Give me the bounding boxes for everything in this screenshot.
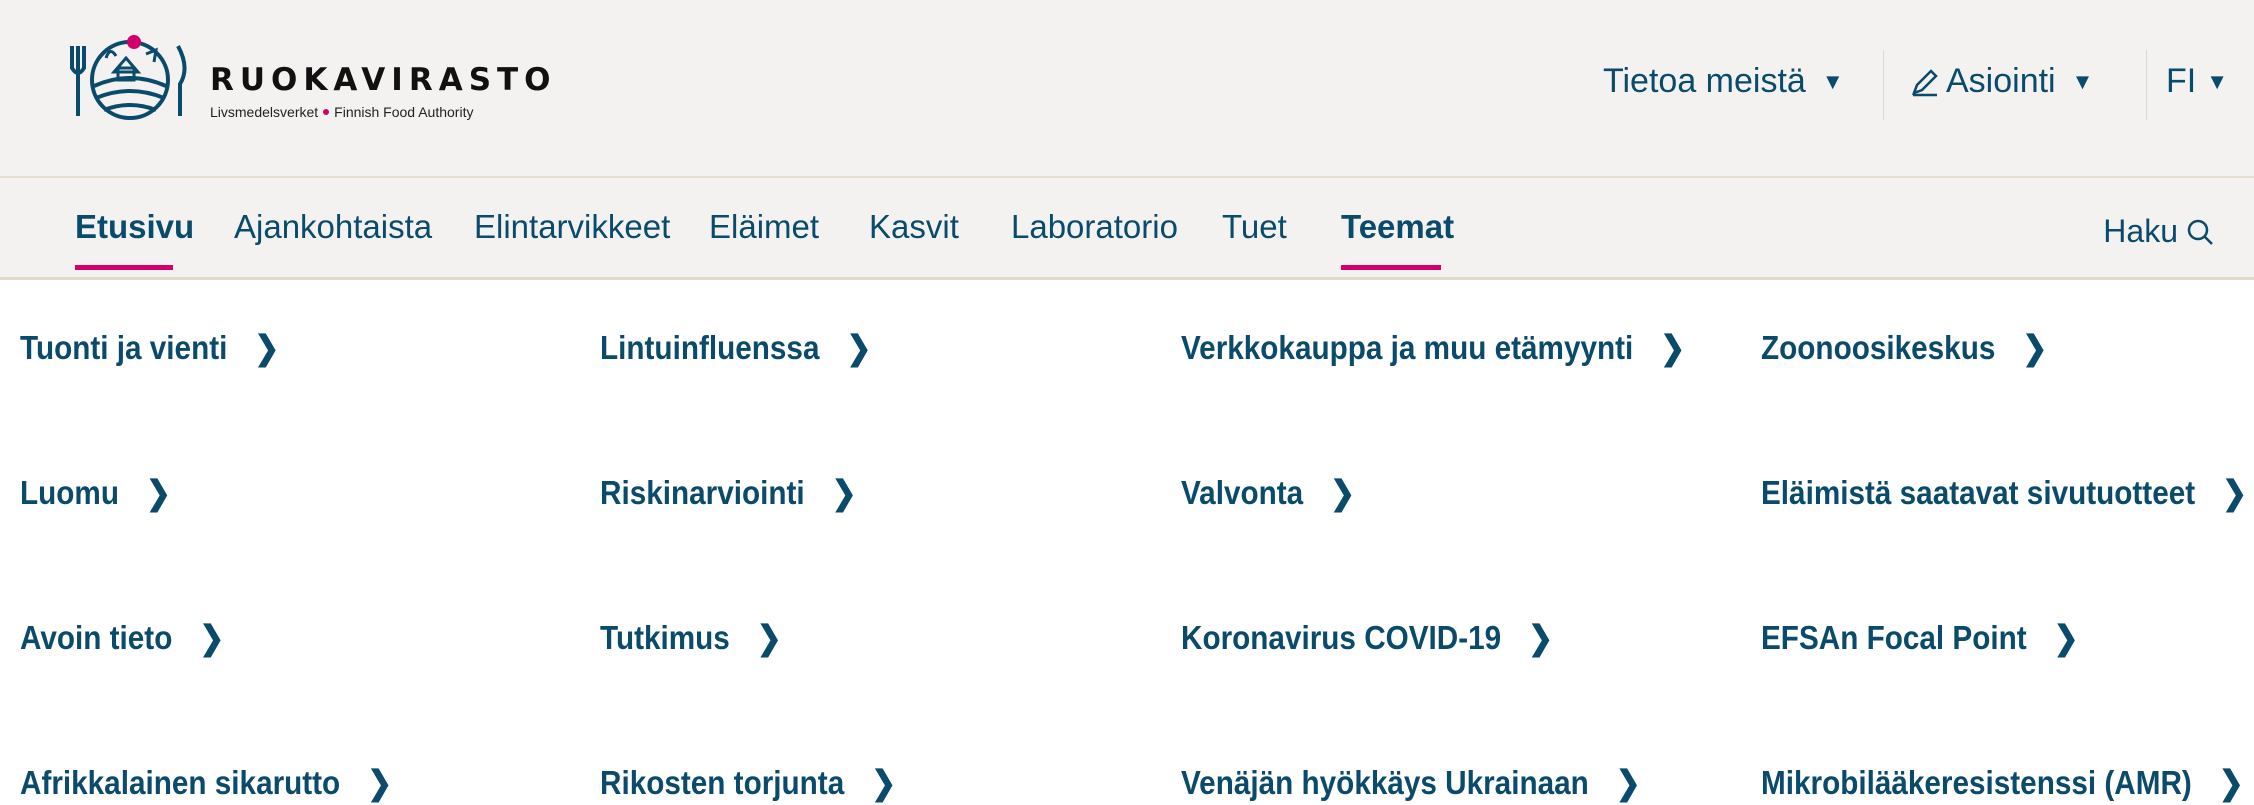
divider xyxy=(2146,50,2147,120)
menu-link-label: Venäjän hyökkäys Ukrainaan xyxy=(1181,764,1589,801)
menu-link-label: Tuonti ja vienti xyxy=(20,329,228,366)
search-button[interactable]: Haku xyxy=(2103,213,2214,250)
active-indicator xyxy=(75,265,173,270)
chevron-right-icon: ❯ xyxy=(846,329,872,366)
about-menu[interactable]: Tietoa meistä ▼ xyxy=(1603,62,1844,101)
chevron-right-icon: ❯ xyxy=(1660,329,1686,366)
nav-item-elaimet[interactable]: Eläimet xyxy=(709,208,819,246)
menu-link[interactable]: Avoin tieto ❯ xyxy=(20,618,224,657)
active-indicator xyxy=(1341,265,1441,270)
caret-down-icon: ▼ xyxy=(1821,68,1844,94)
about-menu-label: Tietoa meistä xyxy=(1603,62,1806,100)
services-menu[interactable]: Asiointi ▼ xyxy=(1910,62,2093,101)
menu-link[interactable]: Zoonoosikeskus ❯ xyxy=(1761,328,2047,367)
menu-link[interactable]: Lintuinfluenssa ❯ xyxy=(600,328,871,367)
nav-item-etusivu[interactable]: Etusivu xyxy=(75,208,194,246)
menu-link-label: Rikosten torjunta xyxy=(600,764,845,801)
top-header: RUOKAVIRASTO Livsmedelsverket Finnish Foo… xyxy=(0,0,2254,178)
chevron-right-icon: ❯ xyxy=(1330,474,1356,511)
caret-down-icon: ▼ xyxy=(2206,68,2228,94)
menu-link[interactable]: Rikosten torjunta ❯ xyxy=(600,763,896,802)
menu-link-label: Afrikkalainen sikarutto xyxy=(20,764,341,801)
chevron-right-icon: ❯ xyxy=(367,764,393,801)
menu-link-label: Koronavirus COVID-19 xyxy=(1181,619,1502,656)
search-label: Haku xyxy=(2103,213,2178,249)
themes-mega-menu: Tuonti ja vienti ❯ Luomu ❯ Avoin tieto ❯ Af… xyxy=(0,282,2254,805)
menu-link-label: Luomu xyxy=(20,474,119,511)
brand-sub-left: Livsmedelsverket xyxy=(210,104,319,120)
language-selector[interactable]: FI ▼ xyxy=(2166,62,2228,101)
chevron-right-icon: ❯ xyxy=(2222,474,2248,511)
brand-name: RUOKAVIRASTO xyxy=(210,62,557,98)
menu-link-label: Lintuinfluenssa xyxy=(600,329,820,366)
chevron-right-icon: ❯ xyxy=(145,474,171,511)
menu-link[interactable]: Koronavirus COVID-19 ❯ xyxy=(1181,618,1553,657)
menu-link-label: Tutkimus xyxy=(600,619,730,656)
chevron-right-icon: ❯ xyxy=(871,764,897,801)
menu-link[interactable]: Venäjän hyökkäys Ukrainaan ❯ xyxy=(1181,763,1641,802)
brand-dot xyxy=(323,109,330,116)
brand-subtitle: Livsmedelsverket Finnish Food Authority xyxy=(210,104,473,120)
nav-item-elintarvikkeet[interactable]: Elintarvikkeet xyxy=(474,208,670,246)
chevron-right-icon: ❯ xyxy=(756,619,782,656)
menu-link[interactable]: Riskinarviointi ❯ xyxy=(600,473,857,512)
menu-link-label: EFSAn Focal Point xyxy=(1761,619,2027,656)
services-menu-label: Asiointi xyxy=(1946,62,2056,100)
chevron-right-icon: ❯ xyxy=(254,329,280,366)
language-label: FI xyxy=(2166,62,2197,100)
chevron-right-icon: ❯ xyxy=(2022,329,2048,366)
caret-down-icon: ▼ xyxy=(2071,68,2094,94)
brand-sub-right: Finnish Food Authority xyxy=(334,104,474,120)
search-icon xyxy=(2187,219,2213,245)
menu-link-label: Verkkokauppa ja muu etämyynti xyxy=(1181,329,1634,366)
pencil-icon xyxy=(1911,68,1938,96)
menu-link-label: Riskinarviointi xyxy=(600,474,805,511)
menu-link-label: Valvonta xyxy=(1181,474,1304,511)
menu-link-label: Avoin tieto xyxy=(20,619,173,656)
menu-link[interactable]: Verkkokauppa ja muu etämyynti ❯ xyxy=(1181,328,1685,367)
menu-link[interactable]: Tuonti ja vienti ❯ xyxy=(20,328,279,367)
menu-link[interactable]: Valvonta ❯ xyxy=(1181,473,1355,512)
menu-link-label: Zoonoosikeskus xyxy=(1761,329,1996,366)
menu-link[interactable]: Afrikkalainen sikarutto ❯ xyxy=(20,763,392,802)
nav-item-teemat[interactable]: Teemat xyxy=(1341,208,1454,246)
nav-item-kasvit[interactable]: Kasvit xyxy=(869,208,959,246)
menu-link-label: Mikrobilääkeresistenssi (AMR) xyxy=(1761,764,2192,801)
chevron-right-icon: ❯ xyxy=(1615,764,1641,801)
main-navigation: Etusivu Ajankohtaista Elintarvikkeet Elä… xyxy=(0,178,2254,280)
chevron-right-icon: ❯ xyxy=(2218,764,2244,801)
chevron-right-icon: ❯ xyxy=(1528,619,1554,656)
menu-link-label: Eläimistä saatavat sivutuotteet xyxy=(1761,474,2196,511)
menu-link[interactable]: Tutkimus ❯ xyxy=(600,618,782,657)
chevron-right-icon: ❯ xyxy=(831,474,857,511)
menu-link[interactable]: EFSAn Focal Point ❯ xyxy=(1761,618,2079,657)
divider xyxy=(1883,50,1884,120)
nav-item-ajankohtaista[interactable]: Ajankohtaista xyxy=(234,208,432,246)
menu-link[interactable]: Luomu ❯ xyxy=(20,473,171,512)
ruokavirasto-logo[interactable]: RUOKAVIRASTO Livsmedelsverket Finnish Foo… xyxy=(70,28,551,128)
chevron-right-icon: ❯ xyxy=(199,619,225,656)
logo-emblem-icon xyxy=(70,35,187,120)
chevron-right-icon: ❯ xyxy=(2053,619,2079,656)
menu-link[interactable]: Mikrobilääkeresistenssi (AMR) ❯ xyxy=(1761,763,2244,802)
menu-link[interactable]: Eläimistä saatavat sivutuotteet ❯ xyxy=(1761,473,2247,512)
nav-item-laboratorio[interactable]: Laboratorio xyxy=(1011,208,1178,246)
nav-item-tuet[interactable]: Tuet xyxy=(1222,208,1287,246)
